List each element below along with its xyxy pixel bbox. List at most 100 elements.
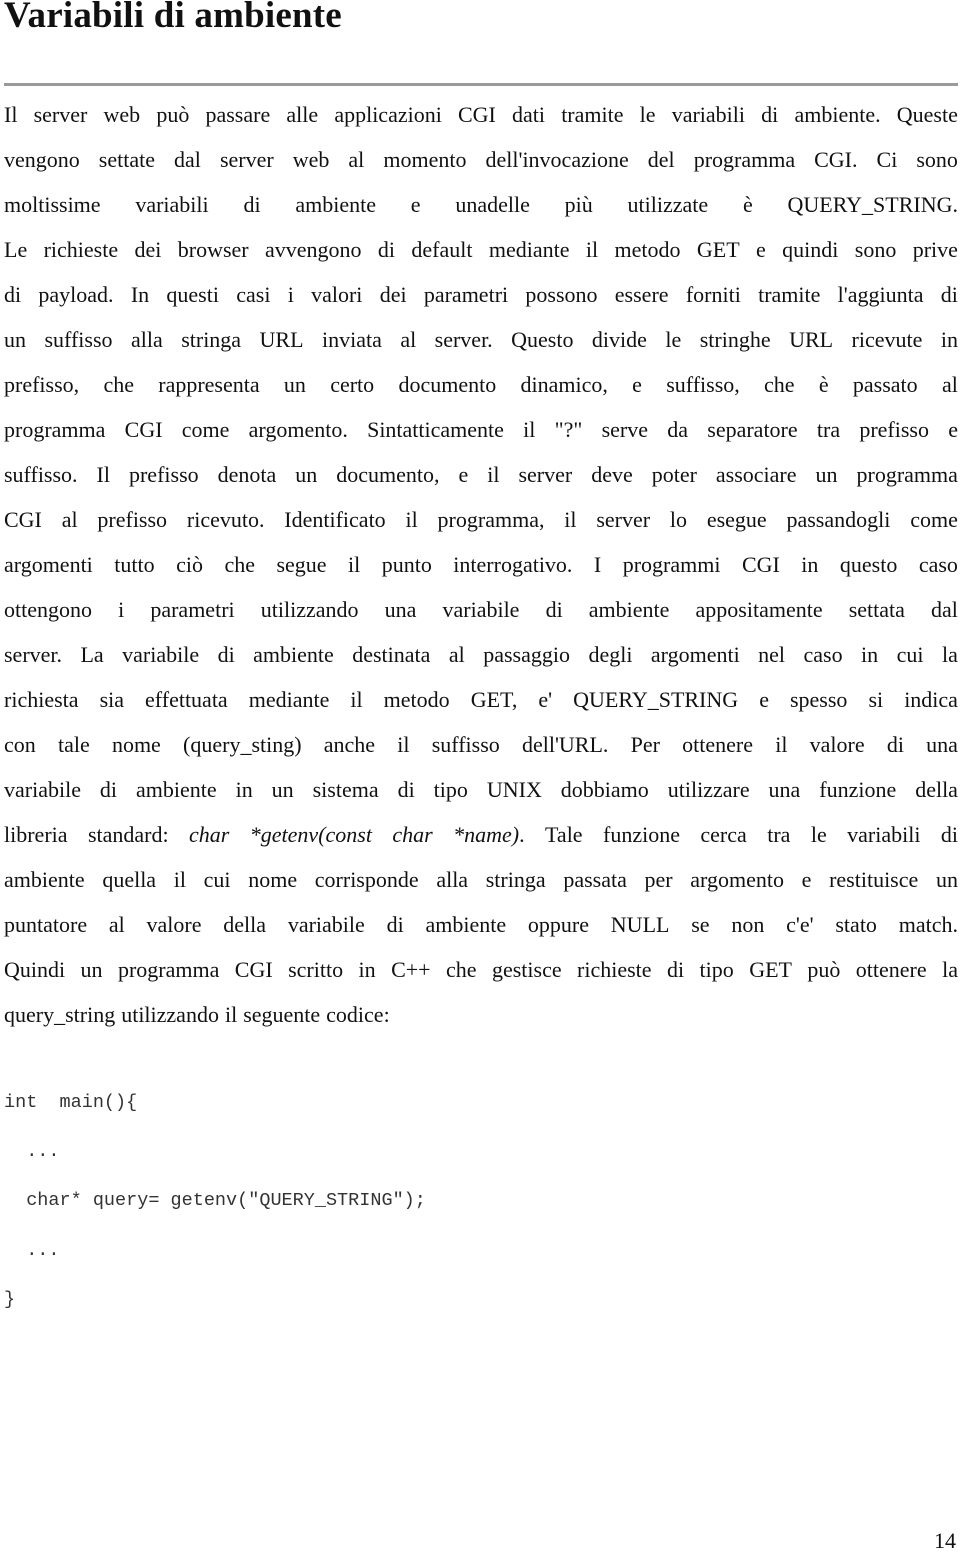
word: anche xyxy=(323,732,376,757)
word: server xyxy=(518,462,573,487)
word: CGI xyxy=(741,552,780,577)
word: indica xyxy=(904,687,958,712)
word: il xyxy=(173,867,186,892)
word: documento, xyxy=(336,462,440,487)
word: alla xyxy=(130,327,163,352)
word: suffisso. xyxy=(4,462,78,487)
word: effettuata xyxy=(145,687,228,712)
word: argomenti xyxy=(650,642,740,667)
word: utilizzando xyxy=(260,597,359,622)
word: sono xyxy=(854,237,897,262)
word: programma xyxy=(117,957,220,982)
word: in xyxy=(861,642,879,667)
word: cerca xyxy=(700,822,747,847)
word: libreria xyxy=(4,822,68,847)
word: corrisponde xyxy=(314,867,419,892)
word: forniti xyxy=(685,282,741,307)
word: mediante xyxy=(248,687,330,712)
word: codice: xyxy=(326,1002,390,1027)
word: il xyxy=(397,732,410,757)
paragraph-line: ottengono i parametri utilizzando una variabi… xyxy=(4,587,958,632)
word: ottenere xyxy=(682,732,754,757)
word: In xyxy=(130,282,150,307)
word: Ci xyxy=(876,147,898,172)
word: programma xyxy=(4,417,106,442)
word: unadelle xyxy=(455,192,530,217)
word: esegue xyxy=(706,507,767,532)
word: dell'URL. xyxy=(521,732,609,757)
word: che xyxy=(224,552,255,577)
page-title: Variabili di ambiente xyxy=(4,0,342,36)
word: ambiente xyxy=(295,192,376,217)
word: utilizzando xyxy=(121,1002,219,1027)
word: un xyxy=(815,462,838,487)
word: seguente xyxy=(243,1002,321,1027)
word: CGI xyxy=(457,102,496,127)
word: di xyxy=(4,282,22,307)
word: tramite xyxy=(561,102,624,127)
word: un xyxy=(283,372,306,397)
word: argomenti xyxy=(4,552,93,577)
word: dei xyxy=(134,237,162,262)
italic-word: char xyxy=(392,822,433,847)
word: caso xyxy=(918,552,958,577)
word: quindi xyxy=(782,237,839,262)
word: metodo xyxy=(614,237,681,262)
word: non xyxy=(731,912,765,937)
word: le xyxy=(810,822,827,847)
word: gestisce xyxy=(491,957,562,982)
word: programmi xyxy=(622,552,721,577)
word: GET xyxy=(696,237,740,262)
word: alla xyxy=(436,867,469,892)
word: I xyxy=(593,552,602,577)
word: e xyxy=(632,372,642,397)
word: stato xyxy=(835,912,877,937)
word: denota xyxy=(217,462,277,487)
word: moltissime xyxy=(4,192,101,217)
word: ambiente xyxy=(425,912,507,937)
word: un xyxy=(935,867,958,892)
word: passaggio xyxy=(483,642,570,667)
word: i xyxy=(287,282,294,307)
word: di xyxy=(377,237,396,262)
paragraph-line: server. La variabile di ambiente destinata al p… xyxy=(4,632,958,677)
word: e xyxy=(801,867,812,892)
paragraph-line: Le richieste dei browser avvengono di default m… xyxy=(4,227,958,272)
word: associare xyxy=(715,462,797,487)
punctuation: . xyxy=(519,822,525,847)
word: c'e' xyxy=(786,912,814,937)
word: settate xyxy=(98,147,155,172)
word: per xyxy=(644,867,673,892)
word: funzione xyxy=(603,822,680,847)
paragraph-line: Il server web può passare alle applicazioni CGI… xyxy=(4,92,958,137)
word: tale xyxy=(57,732,90,757)
word: passato xyxy=(852,372,918,397)
word: di xyxy=(243,192,261,217)
word: un xyxy=(295,462,318,487)
word: caso xyxy=(803,642,843,667)
word: dal xyxy=(931,597,958,622)
word: programma, xyxy=(437,507,545,532)
word: separatore xyxy=(707,417,798,442)
word: certo xyxy=(330,372,375,397)
word: Sintatticamente xyxy=(367,417,504,442)
word: stringhe xyxy=(699,327,771,352)
word: scritto xyxy=(288,957,344,982)
word: URL xyxy=(259,327,304,352)
word: Queste xyxy=(896,102,958,127)
word: oppure xyxy=(527,912,590,937)
paragraph-line: moltissime variabili di ambiente e unadelle pi… xyxy=(4,182,958,227)
word: possono xyxy=(525,282,598,307)
word: il xyxy=(523,417,536,442)
word: Le xyxy=(4,237,28,262)
word: tra xyxy=(816,417,841,442)
word: nome xyxy=(248,867,298,892)
word: ottenere xyxy=(855,957,927,982)
word: funzione xyxy=(819,777,897,802)
word: documento xyxy=(398,372,497,397)
italic-word: *getenv(const xyxy=(249,822,372,847)
word: GET, xyxy=(470,687,518,712)
word: QUERY_STRING. xyxy=(787,192,958,217)
word: (query_sting) xyxy=(183,732,302,757)
word: interrogativo. xyxy=(453,552,573,577)
